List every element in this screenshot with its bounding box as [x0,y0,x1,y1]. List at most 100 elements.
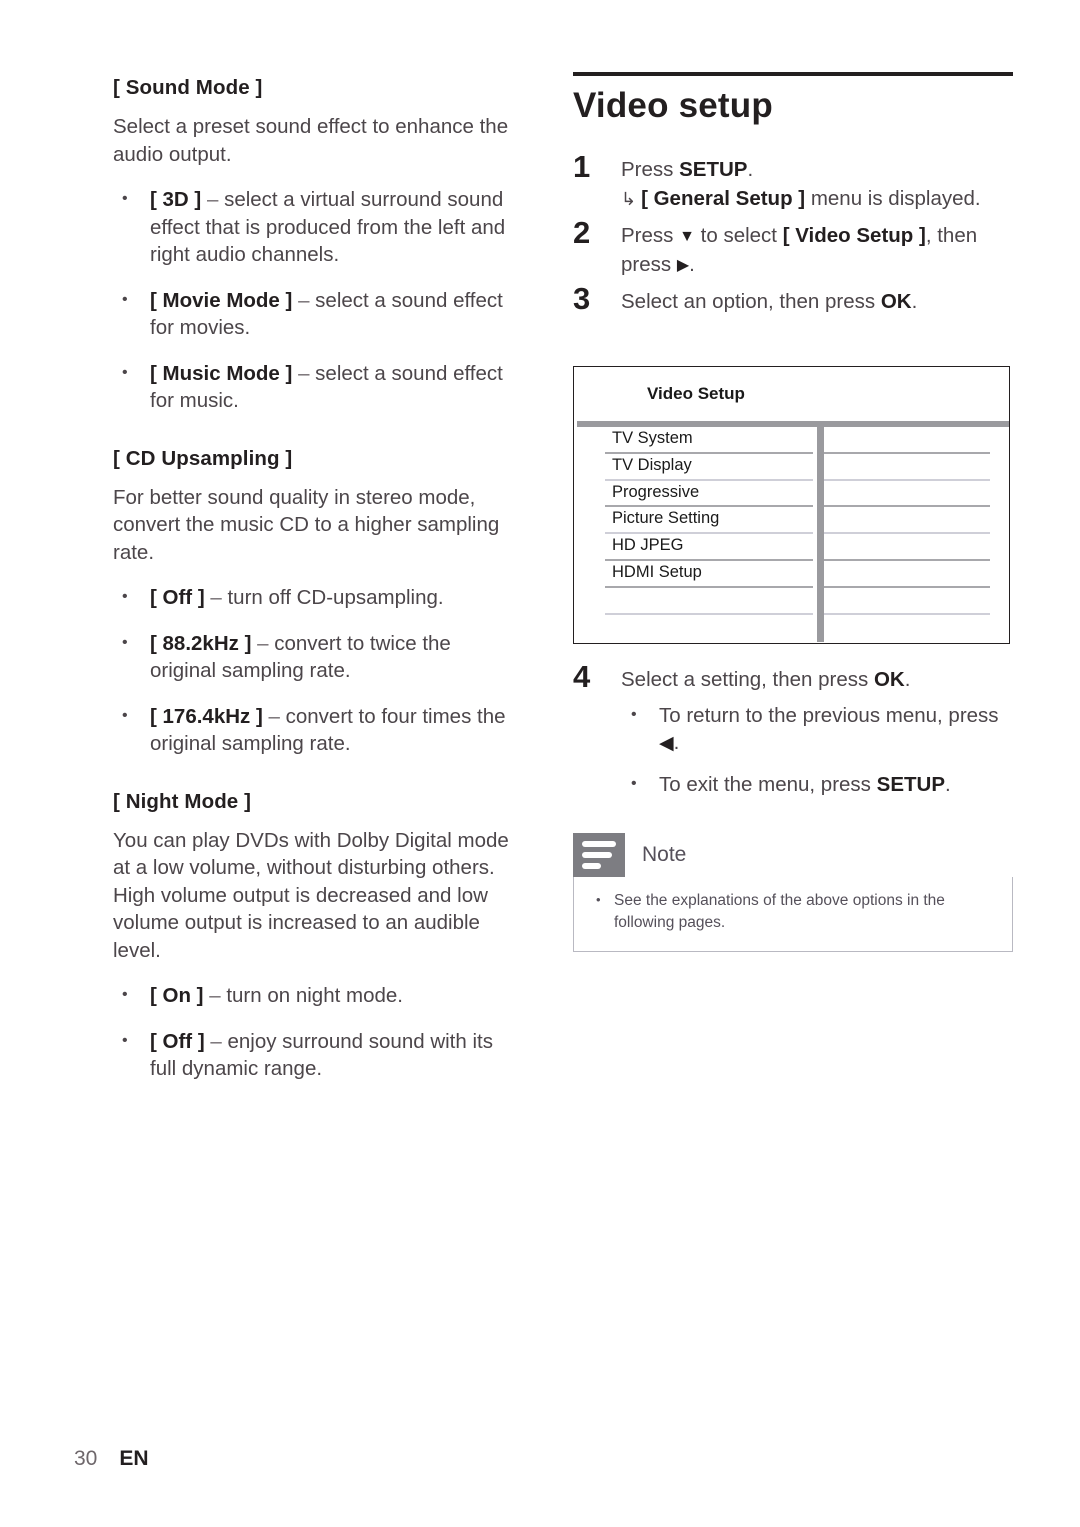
instruction-steps-continued: 4 Select a setting, then press OK. To re… [573,661,1018,811]
step-2: 2 Press ▼ to select [ Video Setup ], the… [573,217,1013,279]
osd-row-label: Progressive [612,482,700,501]
table-row[interactable]: Progressive [574,481,1009,508]
osd-row-label: TV System [612,429,693,447]
option-term: [ On ] [150,984,204,1007]
note-icon-line [582,863,601,869]
step-text-before: Press [621,224,680,247]
list-item: [ 88.2kHz ] – convert to twice the origi… [113,629,513,685]
section-heading-sound-mode: [ Sound Mode ] [113,76,263,99]
table-row [574,588,1009,615]
step-text-after: . [911,290,918,313]
option-dash: – [209,984,221,1007]
osd-screenshot-video-setup: Video Setup TV System TV Display Progres… [573,366,1010,644]
option-description: select a virtual surround sound effect t… [150,188,506,266]
bullet-list-cd-upsampling: [ Off ] – turn off CD-upsampling. [ 88.2… [113,583,513,758]
sub-bullet-text-before: To exit the menu, press [659,772,877,796]
option-dash: – [210,586,222,609]
list-item: [ On ] – turn on night mode. [113,981,513,1010]
step-4: 4 Select a setting, then press OK. To re… [573,661,1018,799]
instruction-steps: 1 Press SETUP. ↳[ General Setup ] menu i… [573,151,1013,316]
osd-row-list: TV System TV Display Progressive Picture… [574,427,1009,642]
osd-row-label: TV Display [612,455,692,474]
option-term: [ 3D ] [150,188,202,211]
list-item: See the explanations of the above option… [590,889,996,934]
step-text-before: Select a setting, then press [621,668,874,691]
list-item: [ 176.4kHz ] – convert to four times the… [113,702,513,758]
result-text: menu is displayed. [805,186,981,210]
chapter-rule [573,72,1013,76]
step-text-before: Select an option, then press [621,290,881,313]
sub-bullet-text-after: . [945,772,951,796]
bullet-list-sound-mode: [ 3D ] – select a virtual surround sound… [113,185,513,415]
step-text-before: Press [621,158,680,181]
note-item-list: See the explanations of the above option… [590,889,996,934]
table-row[interactable]: HD JPEG [574,534,1009,561]
note-callout: Note See the explanations of the above o… [573,833,1013,952]
option-dash: – [268,704,280,728]
option-term: [ Off ] [150,586,205,609]
table-row[interactable]: TV System [574,427,1009,454]
key-label-setup: SETUP [876,772,945,796]
manual-page: [ Sound Mode ] Select a preset sound eff… [0,0,1080,1527]
step-text-end: . [689,252,695,276]
note-label: Note [642,843,687,866]
option-term: [ Music Mode ] [150,361,293,385]
list-item: To return to the previous menu, press ◀. [621,701,1018,758]
table-row[interactable]: TV Display [574,454,1009,481]
list-item: To exit the menu, press SETUP. [621,770,1018,799]
table-row[interactable]: Picture Setting [574,507,1009,535]
osd-row-label: Picture Setting [612,509,720,528]
note-lines-icon [573,833,625,877]
list-item: [ Music Mode ] – select a sound effect f… [113,359,513,415]
option-dash: – [298,361,310,385]
step-number: 2 [573,215,591,250]
osd-row-label: HD JPEG [612,536,684,555]
osd-title: Video Setup [647,384,745,403]
option-term: [ 88.2kHz ] [150,631,252,655]
key-label-setup: SETUP [679,158,748,181]
step-number: 4 [573,659,591,694]
note-icon-line [582,841,616,847]
osd-row-label: HDMI Setup [612,562,702,581]
section-paragraph-sound-mode: Select a preset sound effect to enhance … [113,115,509,166]
option-dash: – [257,631,269,655]
step-text-after: . [904,668,911,691]
list-item: [ 3D ] – select a virtual surround sound… [113,185,513,269]
menu-label-video-setup: [ Video Setup ] [782,224,926,247]
option-dash: – [206,188,219,211]
page-footer: 30 EN [74,1447,149,1471]
list-item: [ Movie Mode ] – select a sound effect f… [113,286,513,342]
table-row [574,615,1009,642]
option-description: turn on night mode. [226,984,403,1007]
step-result: ↳[ General Setup ] menu is displayed. [621,185,1013,214]
section-heading-night-mode: [ Night Mode ] [113,789,252,813]
step-text-after: . [747,158,754,181]
key-label-ok: OK [873,668,905,691]
page-title: Video setup [573,86,773,125]
osd-title-bar: Video Setup [574,367,1009,421]
arrow-down-icon: ▼ [679,228,695,245]
left-column: [ Sound Mode ] Select a preset sound eff… [113,76,513,1101]
sub-bullet-text-after: . [673,731,680,754]
option-term: [ 176.4kHz ] [150,704,263,728]
note-body: See the explanations of the above option… [573,877,1013,952]
list-item: [ Off ] – enjoy surround sound with its … [113,1027,513,1083]
section-heading-cd-upsampling: [ CD Upsampling ] [113,446,293,470]
step-3: 3 Select an option, then press OK. [573,283,1013,316]
step-text-mid: to select [694,224,783,247]
step-number: 1 [573,149,591,184]
sub-bullet-text-before: To return to the previous menu, press [659,703,999,727]
table-row[interactable]: HDMI Setup [574,561,1009,588]
right-column: Video setup 1 Press SETUP. ↳[ General Se… [573,72,1013,325]
arrow-right-icon: ▶ [676,256,690,274]
step-4-sub-bullets: To return to the previous menu, press ◀.… [621,701,1018,799]
bullet-list-night-mode: [ On ] – turn on night mode. [ Off ] – e… [113,981,513,1083]
option-description: turn off CD-upsampling. [227,586,444,609]
key-label-ok: OK [880,290,912,313]
list-item: [ Off ] – turn off CD-upsampling. [113,583,513,612]
note-icon-line [582,852,612,858]
page-number: 30 [74,1447,98,1470]
section-paragraph-night-mode: You can play DVDs with Dolby Digital mod… [113,828,509,962]
